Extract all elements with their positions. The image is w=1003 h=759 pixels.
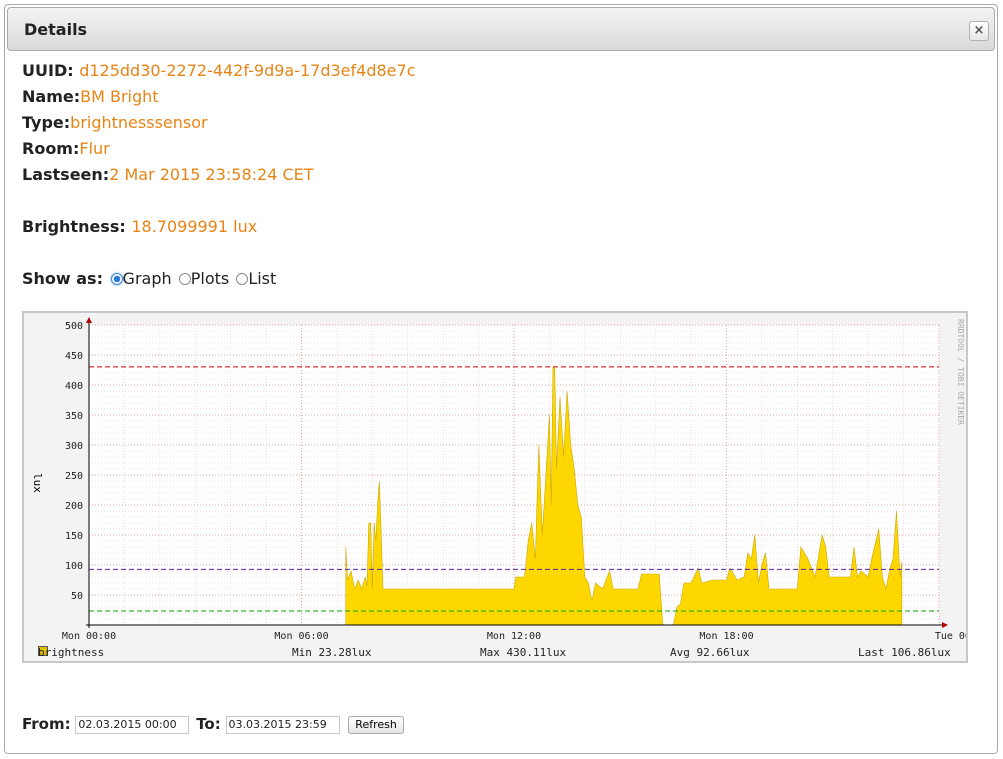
- x-tick-label: Mon 00:00: [62, 631, 116, 642]
- type-row: Type:brightnesssensor: [22, 113, 208, 132]
- list-option-label[interactable]: List: [248, 269, 276, 288]
- refresh-button[interactable]: Refresh: [348, 715, 404, 734]
- y-axis-label: lux: [31, 473, 44, 493]
- lastseen-row: Lastseen:2 Mar 2015 23:58:24 CET: [22, 165, 314, 184]
- legend-avg: Avg 92.66lux: [670, 646, 750, 659]
- legend-max: Max 430.11lux: [480, 646, 567, 659]
- y-axis-arrow: [86, 317, 92, 323]
- from-label: From:: [22, 715, 71, 733]
- to-date-input[interactable]: [225, 715, 340, 734]
- graph-radio[interactable]: [110, 273, 123, 285]
- from-date-input[interactable]: [75, 715, 190, 734]
- list-radio[interactable]: [236, 273, 249, 285]
- rrdtool-watermark: RRDTOOL / TOBI OETIKER: [956, 319, 965, 425]
- room-label: Room:: [22, 139, 80, 158]
- chart-canvas: 50 100 150 200 250 300 350 400 450 500 Mon 00:00 Mo…: [31, 317, 966, 642]
- legend-min: Min 23.28lux: [292, 646, 372, 659]
- room-row: Room:Flur: [22, 139, 110, 158]
- uuid-value: d125dd30-2272-442f-9d9a-17d3ef4d8e7c: [79, 61, 416, 80]
- graph-option-label[interactable]: Graph: [123, 269, 172, 288]
- details-dialog: Details × UUID: d125dd30-2272-442f-9d9a-…: [4, 4, 998, 754]
- show-as-label: Show as:: [22, 269, 109, 288]
- legend-series-name: brightness: [38, 646, 105, 659]
- room-value: Flur: [79, 139, 110, 158]
- y-tick-label: 500: [65, 321, 83, 332]
- legend-last: Last 106.86lux: [858, 646, 951, 659]
- brightness-value: 18.7099991 lux: [131, 217, 258, 236]
- y-tick-label: 400: [65, 381, 83, 392]
- type-label: Type:: [22, 113, 71, 132]
- x-axis-arrow: [942, 622, 948, 628]
- plots-radio[interactable]: [178, 273, 191, 285]
- x-tick-label: Mon 12:00: [487, 631, 541, 642]
- to-label: To:: [196, 715, 221, 733]
- name-row: Name:BM Bright: [22, 87, 159, 106]
- y-tick-label: 450: [65, 351, 83, 362]
- y-tick-label: 50: [71, 591, 83, 602]
- lastseen-label: Lastseen:: [22, 165, 110, 184]
- y-tick-label: 250: [65, 471, 83, 482]
- brightness-row: Brightness: 18.7099991 lux: [22, 217, 257, 236]
- y-tick-label: 350: [65, 411, 83, 422]
- uuid-label: UUID:: [22, 61, 80, 80]
- y-tick-label: 300: [65, 441, 83, 452]
- x-tick-label: Mon 06:00: [274, 631, 328, 642]
- lastseen-value: 2 Mar 2015 23:58:24 CET: [109, 165, 314, 184]
- name-label: Name:: [22, 87, 81, 106]
- dialog-title: Details: [24, 20, 88, 39]
- close-button[interactable]: ×: [969, 21, 989, 41]
- y-tick-label: 100: [65, 561, 83, 572]
- x-tick-label: Mon 18:00: [699, 631, 753, 642]
- y-tick-label: 200: [65, 501, 83, 512]
- show-as-row: Show as: Graph Plots List: [22, 269, 276, 288]
- plots-option-label[interactable]: Plots: [191, 269, 230, 288]
- x-tick-label: Tue 00:00: [935, 631, 966, 642]
- brightness-chart: 50 100 150 200 250 300 350 400 450 500 Mon 00:00 Mo…: [22, 311, 968, 663]
- name-value: BM Bright: [80, 87, 159, 106]
- dialog-titlebar[interactable]: Details ×: [7, 7, 995, 51]
- type-value: brightnesssensor: [70, 113, 208, 132]
- date-range-form: From: To: Refresh: [22, 715, 404, 734]
- brightness-label: Brightness:: [22, 217, 132, 236]
- uuid-row: UUID: d125dd30-2272-442f-9d9a-17d3ef4d8e…: [22, 61, 416, 80]
- y-tick-label: 150: [65, 531, 83, 542]
